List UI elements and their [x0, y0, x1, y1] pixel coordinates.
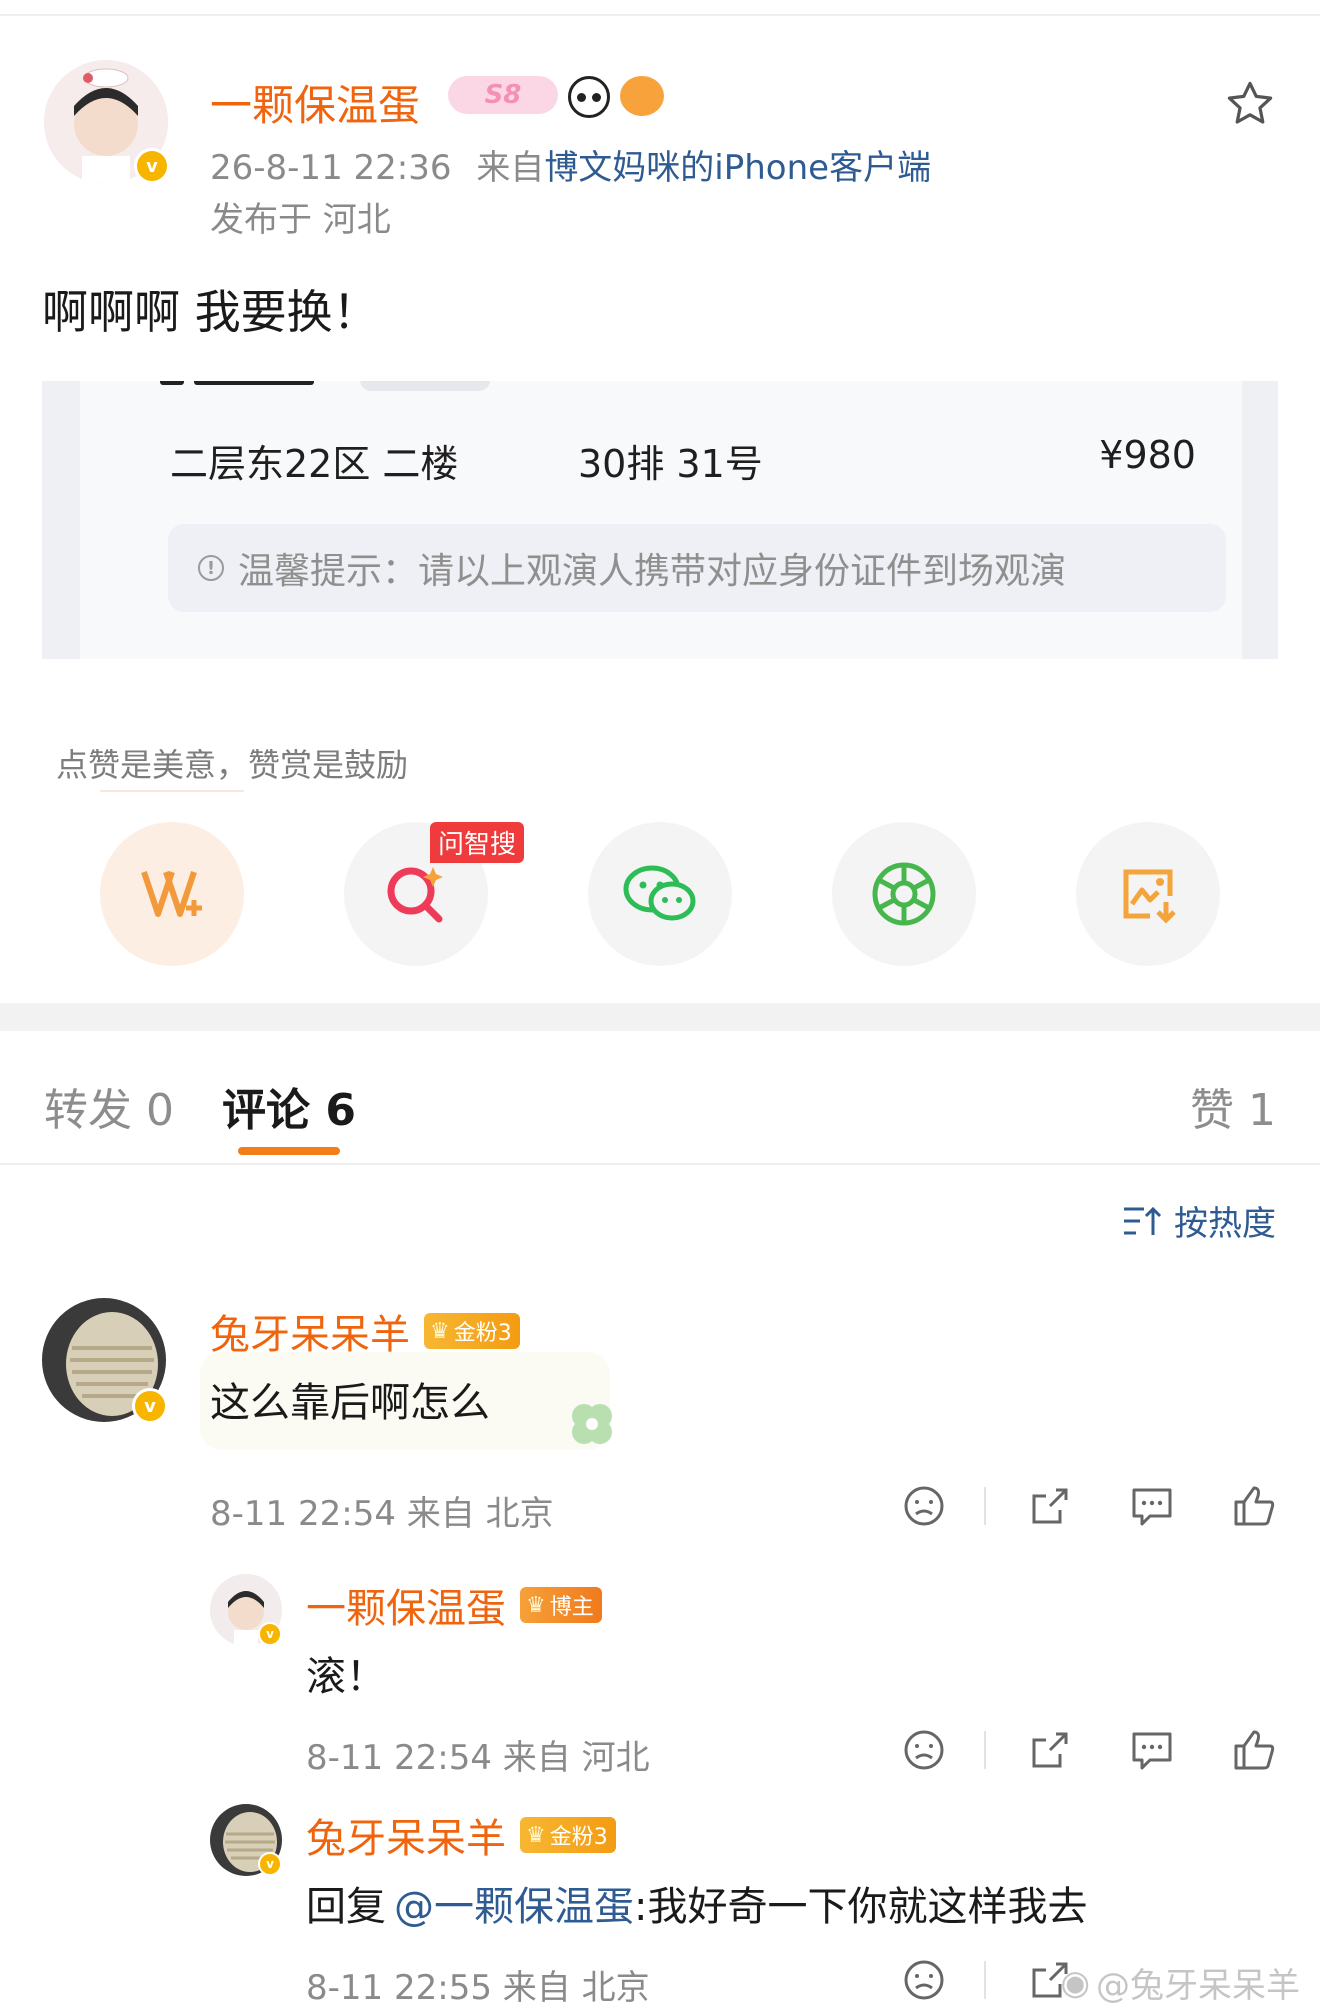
- crown-icon: ♛: [526, 1592, 546, 1618]
- like-icon[interactable]: [1230, 1726, 1278, 1774]
- post-author-name[interactable]: 一颗保温蛋: [210, 72, 420, 133]
- share-icon[interactable]: [1026, 1726, 1074, 1774]
- crown-icon: ♛: [526, 1822, 546, 1848]
- reply-prefix: 回复: [306, 1884, 386, 1930]
- ticket-card: 二层东22区 二楼 30排 31号 ¥980 ! 温馨提示：请以上观演人携带对应…: [80, 381, 1242, 659]
- post-image-ticket[interactable]: 二层东22区 二楼 30排 31号 ¥980 ! 温馨提示：请以上观演人携带对应…: [42, 381, 1278, 659]
- weibo-logo-icon: ◉: [1060, 1962, 1090, 2003]
- reward-hint: 点赞是美意，赞赏是鼓励: [56, 746, 409, 784]
- source-device-link[interactable]: 博文妈咪的iPhone客户端: [544, 148, 931, 188]
- ai-search-icon: [387, 867, 443, 923]
- top-divider: [0, 14, 1320, 16]
- post-timestamp: 26-8-11 22:36: [210, 148, 452, 188]
- sort-button[interactable]: 按热度: [1122, 1196, 1276, 1245]
- moments-button[interactable]: [832, 822, 976, 966]
- verified-icon: v: [132, 1388, 168, 1424]
- author-badge: ♛ 博主: [520, 1587, 602, 1623]
- dislike-icon[interactable]: [900, 1726, 948, 1774]
- hint-pointer: [100, 790, 244, 800]
- comment-actions: [900, 1482, 1278, 1530]
- panda-icon: [568, 76, 610, 118]
- tabs-divider: [0, 1163, 1320, 1165]
- sort-icon: [1124, 1206, 1162, 1235]
- clover-icon: [560, 1392, 624, 1456]
- verified-icon: v: [258, 1852, 282, 1876]
- crown-icon: ♛: [430, 1318, 450, 1344]
- reply-actions: [900, 1956, 1074, 2004]
- mention-link[interactable]: @一颗保温蛋: [394, 1884, 634, 1930]
- ticket-price: ¥980: [1099, 433, 1196, 477]
- wechat-icon: [623, 865, 696, 921]
- action-separator: [984, 1487, 986, 1525]
- reply-icon[interactable]: [1128, 1482, 1176, 1530]
- ticket-notice: ! 温馨提示：请以上观演人携带对应身份证件到场观演: [168, 524, 1226, 612]
- ai-search-tag: 问智搜: [430, 822, 525, 863]
- like-icon[interactable]: [1230, 1482, 1278, 1530]
- moments-icon: [872, 862, 936, 926]
- post-meta: 26-8-11 22:36 来自博文妈咪的iPhone客户端: [210, 140, 931, 189]
- fish-icon: [620, 76, 664, 116]
- comment-meta: 8-11 22:54 来自 北京: [210, 1494, 554, 1534]
- dislike-icon[interactable]: [900, 1482, 948, 1530]
- verified-icon: v: [258, 1622, 282, 1646]
- reply-author-name[interactable]: 兔牙呆呆羊: [306, 1806, 506, 1864]
- info-icon: !: [198, 555, 224, 581]
- source-prefix: 来自: [476, 148, 545, 188]
- verified-icon: v: [134, 148, 170, 184]
- section-divider: [0, 1003, 1320, 1031]
- reply-actions: [900, 1726, 1278, 1774]
- level-badge: S8: [448, 76, 558, 114]
- favorite-star-icon[interactable]: [1224, 78, 1276, 130]
- post-text: 啊啊啊 我要换！: [42, 285, 379, 339]
- reply-header: 兔牙呆呆羊 ♛ 金粉3: [306, 1806, 616, 1864]
- share-icon[interactable]: [1026, 1482, 1074, 1530]
- reply-author-name[interactable]: 一颗保温蛋: [306, 1576, 506, 1634]
- reply-meta: 8-11 22:55 来自 北京: [306, 1968, 650, 2008]
- tab-likes[interactable]: 赞 1: [1190, 1074, 1276, 1138]
- vplus-button[interactable]: [100, 822, 244, 966]
- action-separator: [984, 1731, 986, 1769]
- save-image-icon: [1123, 869, 1176, 924]
- reply-icon[interactable]: [1128, 1726, 1176, 1774]
- reply-text: 滚！: [306, 1654, 386, 1700]
- ticket-cropped-header: [160, 381, 490, 399]
- active-tab-indicator: [238, 1147, 340, 1155]
- comment-text: 这么靠后啊怎么: [210, 1380, 490, 1426]
- reply-body: :我好奇一下你就这样我去: [634, 1884, 1088, 1930]
- watermark: ◉ @兔牙呆呆羊: [1060, 1962, 1300, 2007]
- tab-comments[interactable]: 评论 6: [222, 1074, 356, 1138]
- seat-area: 二层东22区 二楼: [170, 442, 459, 486]
- seat-number: 30排 31号: [578, 442, 763, 486]
- action-separator: [984, 1961, 986, 1999]
- save-image-button[interactable]: [1076, 822, 1220, 966]
- fan-badge: ♛ 金粉3: [424, 1313, 520, 1349]
- fan-badge: ♛ 金粉3: [520, 1817, 616, 1853]
- reply-header: 一颗保温蛋 ♛ 博主: [306, 1576, 602, 1634]
- wechat-button[interactable]: [588, 822, 732, 966]
- reply-meta: 8-11 22:54 来自 河北: [306, 1738, 650, 1778]
- post-location: 发布于 河北: [210, 200, 391, 240]
- sort-label: 按热度: [1174, 1204, 1276, 1244]
- ticket-notice-text: 温馨提示：请以上观演人携带对应身份证件到场观演: [238, 551, 1067, 592]
- dislike-icon[interactable]: [900, 1956, 948, 2004]
- vplus-icon: [141, 871, 202, 917]
- tab-repost[interactable]: 转发 0: [44, 1074, 174, 1138]
- reply-text: 回复 @一颗保温蛋:我好奇一下你就这样我去: [306, 1874, 1087, 1932]
